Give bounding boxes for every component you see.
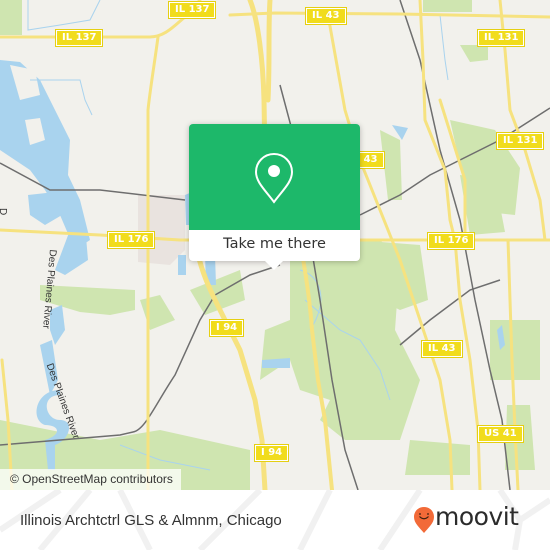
route-shield-il43: IL 43 xyxy=(305,7,347,25)
map-pin-icon xyxy=(254,152,294,204)
route-shield-il131: IL 131 xyxy=(495,132,545,150)
route-shield-us41: US 41 xyxy=(477,425,524,443)
route-shield-il43: IL 43 xyxy=(421,340,463,358)
urban-area xyxy=(138,195,185,265)
take-me-there-button[interactable]: Take me there xyxy=(189,230,360,261)
location-popup[interactable]: Take me there xyxy=(189,124,360,270)
route-shield-il176: IL 176 xyxy=(106,231,156,249)
map-attribution[interactable]: © OpenStreetMap contributors xyxy=(0,469,181,490)
moovit-pin-smile-icon xyxy=(414,507,434,533)
water-bodies xyxy=(0,60,505,470)
brand-name: moovit xyxy=(435,502,519,531)
edge-label-partial: D xyxy=(0,208,8,215)
route-shield-il176: IL 176 xyxy=(426,232,476,250)
place-name: Illinois Archtctrl GLS & Almnm, Chicago xyxy=(20,512,282,529)
popup-header[interactable] xyxy=(189,124,360,230)
route-shield-il137: IL 137 xyxy=(54,29,104,47)
route-shield-i94: I 94 xyxy=(253,444,290,462)
route-shield-il137: IL 137 xyxy=(167,1,217,19)
route-shield-i94: I 94 xyxy=(208,319,245,337)
footer-bar: Illinois Archtctrl GLS & Almnm, Chicago … xyxy=(0,490,550,550)
route-shield-il131: IL 131 xyxy=(476,29,526,47)
map-view[interactable]: IL 137 IL 137 IL 43 IL 131 IL 131 IL 43 … xyxy=(0,0,550,490)
popup-pointer xyxy=(265,261,283,270)
